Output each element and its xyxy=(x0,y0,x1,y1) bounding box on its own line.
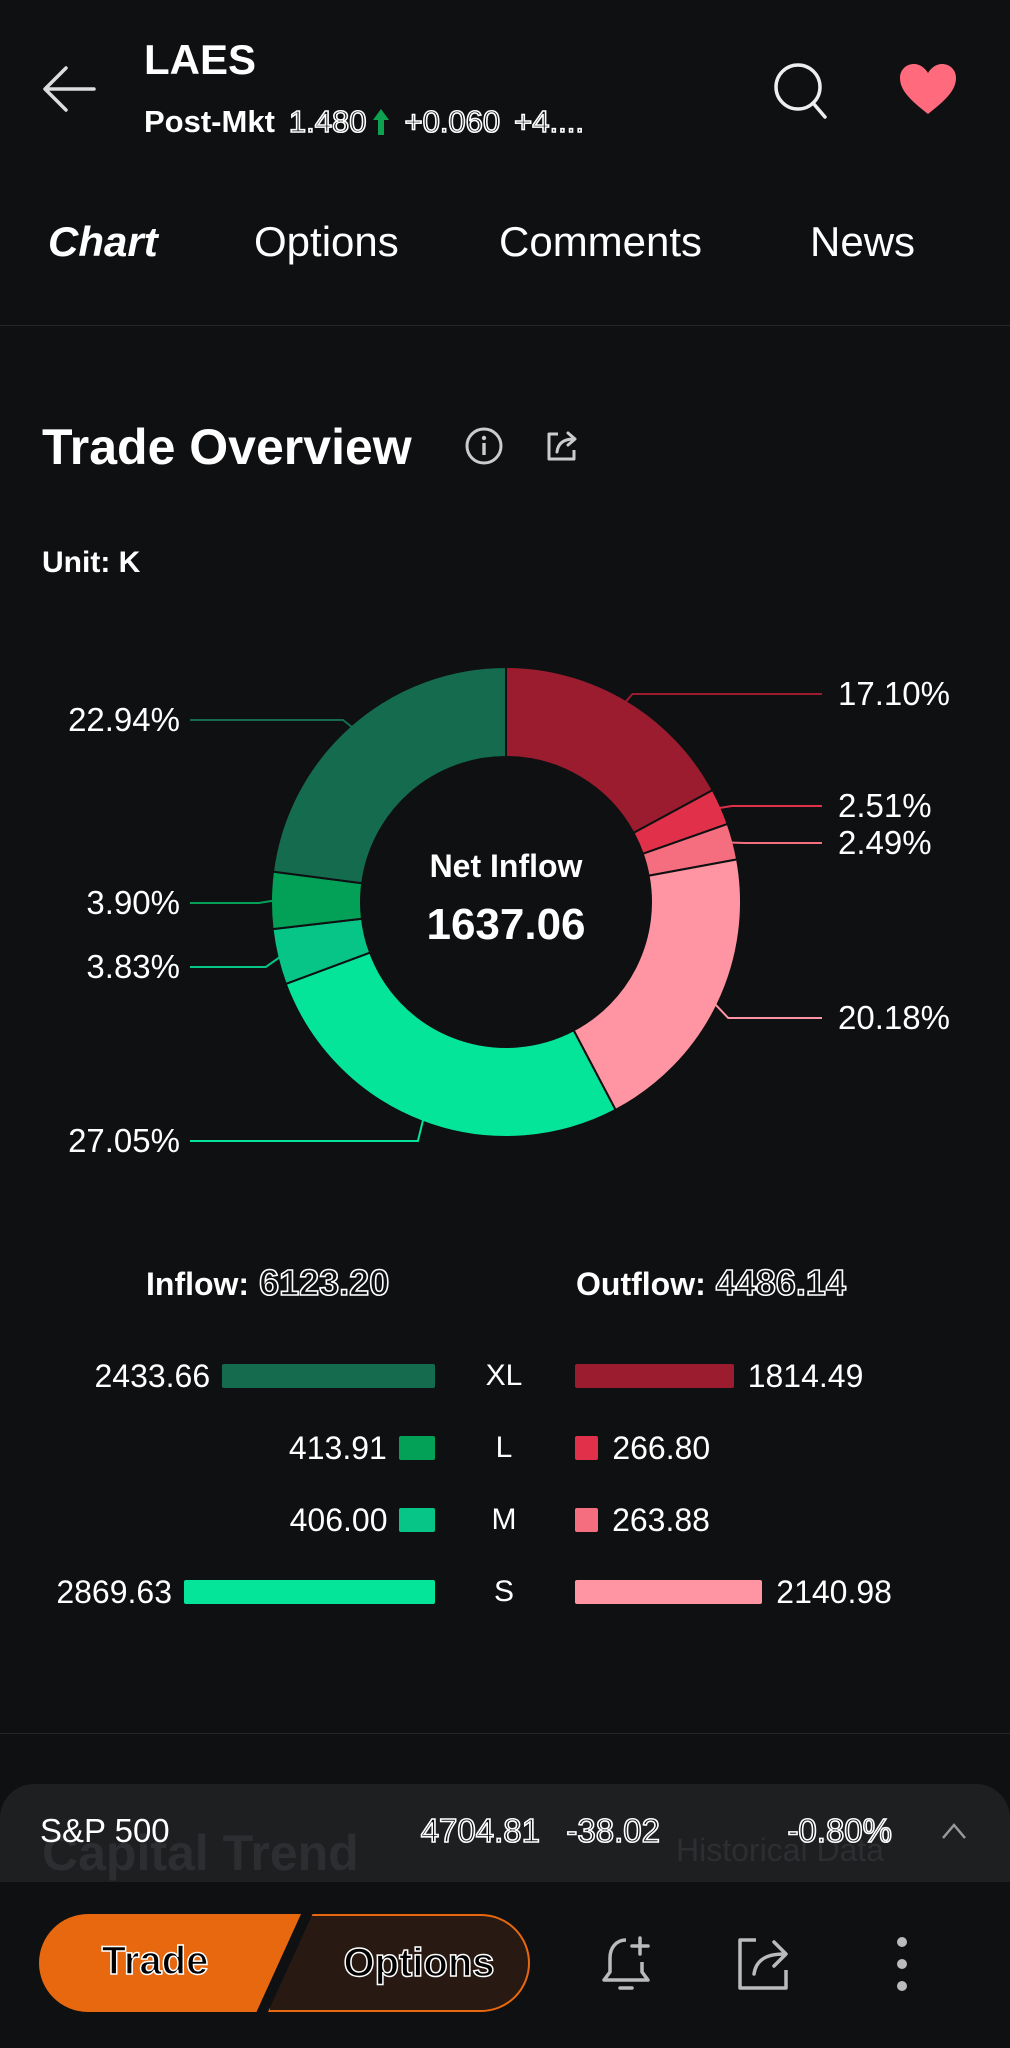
outflow-label: Outflow: xyxy=(576,1266,706,1302)
slice-percent-label: 2.51% xyxy=(838,787,932,824)
flow-row-xl: 2433.66 XL 1814.49 xyxy=(0,1356,1010,1396)
bottom-action-bar: Trade Options xyxy=(0,1882,1010,2048)
outflow-value: 266.80 xyxy=(612,1430,711,1466)
order-size-label: XL xyxy=(485,1359,523,1392)
net-inflow-value: 1637.06 xyxy=(426,900,586,949)
flow-row-l: 413.91 L 266.80 xyxy=(0,1428,1010,1468)
post-market-price: 1.480 xyxy=(288,103,367,140)
donut-slice-outflow-s xyxy=(572,858,742,1112)
inflow-value: 413.91 xyxy=(288,1430,387,1466)
inflow-label: Inflow: xyxy=(146,1266,250,1302)
post-market-quote: Post-Mkt 1.480 +0.060 +4.... xyxy=(144,103,585,140)
index-value: 4704.81 xyxy=(420,1811,541,1850)
index-change-pct: -0.80% xyxy=(787,1811,893,1850)
arrow-up-icon xyxy=(373,109,390,135)
index-change: -38.02 xyxy=(566,1811,661,1850)
unit-label: Unit: K xyxy=(42,546,141,579)
order-size-label: M xyxy=(491,1503,517,1536)
inflow-total-value: 6123.20 xyxy=(258,1261,390,1304)
stock-symbol: LAES xyxy=(144,36,257,83)
order-size-label: S xyxy=(493,1575,514,1608)
net-inflow-label: Net Inflow xyxy=(429,848,583,884)
inflow-value: 406.00 xyxy=(289,1502,388,1538)
inflow-value: 2869.63 xyxy=(56,1574,172,1610)
slice-percent-label: 22.94% xyxy=(68,701,180,738)
leader-line xyxy=(716,805,822,810)
share-icon[interactable] xyxy=(734,1934,792,1994)
flow-row-m: 406.00 M 263.88 xyxy=(0,1500,1010,1540)
outflow-bar xyxy=(575,1364,734,1388)
index-name: S&P 500 xyxy=(40,1812,170,1849)
tab-news[interactable]: News xyxy=(810,218,915,266)
inflow-bar xyxy=(222,1364,435,1388)
search-button[interactable] xyxy=(772,60,830,122)
back-button[interactable] xyxy=(40,64,100,114)
chevron-up-icon[interactable] xyxy=(940,1820,968,1842)
post-market-change: +0.060 xyxy=(404,103,501,140)
leader-line xyxy=(190,955,282,968)
heart-icon xyxy=(900,64,956,114)
outflow-bar xyxy=(575,1508,599,1532)
info-icon xyxy=(465,427,503,465)
section-title: Trade Overview xyxy=(42,419,412,475)
slice-percent-label: 3.90% xyxy=(86,884,180,921)
slice-percent-label: 17.10% xyxy=(838,675,950,712)
divider xyxy=(0,1733,1010,1734)
session-label: Post-Mkt xyxy=(144,104,275,139)
slice-percent-label: 27.05% xyxy=(68,1122,180,1159)
outflow-bar xyxy=(575,1436,599,1460)
post-market-change-pct: +4.... xyxy=(513,103,584,140)
options-label: Options xyxy=(343,1940,496,1986)
slice-percent-label: 2.49% xyxy=(838,824,932,861)
leader-line xyxy=(190,899,276,904)
donut-slice-inflow-s xyxy=(284,951,617,1138)
trade-button[interactable]: Trade xyxy=(39,1914,301,2012)
more-options-icon[interactable] xyxy=(888,1934,916,1994)
inflow-bar xyxy=(184,1580,435,1604)
outflow-value: 2140.98 xyxy=(776,1574,892,1610)
leader-line xyxy=(190,1117,425,1142)
search-icon xyxy=(774,63,827,119)
leader-line xyxy=(713,1002,822,1019)
leader-line xyxy=(190,719,355,730)
favorite-button[interactable] xyxy=(898,62,958,116)
tab-options[interactable]: Options xyxy=(254,218,399,266)
inflow-bar xyxy=(398,1436,435,1460)
options-button[interactable]: Options xyxy=(268,1914,530,2012)
outflow-value: 263.88 xyxy=(612,1502,710,1538)
divider xyxy=(0,325,1010,326)
info-button[interactable] xyxy=(464,426,504,466)
order-size-label: L xyxy=(495,1431,513,1464)
outflow-total: Outflow: 4486.14 xyxy=(576,1261,847,1304)
tab-comments[interactable]: Comments xyxy=(499,218,702,266)
share-icon xyxy=(547,431,577,461)
slice-percent-label: 20.18% xyxy=(838,999,950,1036)
index-ticker[interactable]: Capital Trend Historical Data S&P 500 47… xyxy=(0,1784,1010,1882)
tab-bar: Chart Options Comments News xyxy=(0,218,1010,278)
flow-row-s: 2869.63 S 2140.98 xyxy=(0,1572,1010,1612)
slice-percent-label: 3.83% xyxy=(86,948,180,985)
inflow-bar xyxy=(399,1508,435,1532)
inflow-value: 2433.66 xyxy=(94,1358,211,1394)
outflow-total-value: 4486.14 xyxy=(715,1261,847,1304)
inflow-total: Inflow: 6123.20 xyxy=(146,1261,390,1304)
trade-label: Trade xyxy=(101,1938,209,1984)
outflow-value: 1814.49 xyxy=(747,1358,864,1394)
tab-chart[interactable]: Chart xyxy=(48,218,158,266)
share-section-button[interactable] xyxy=(542,426,582,466)
add-alert-icon[interactable] xyxy=(596,1932,656,1998)
leader-line xyxy=(623,693,822,705)
back-arrow-icon xyxy=(43,66,96,112)
outflow-bar xyxy=(575,1580,763,1604)
